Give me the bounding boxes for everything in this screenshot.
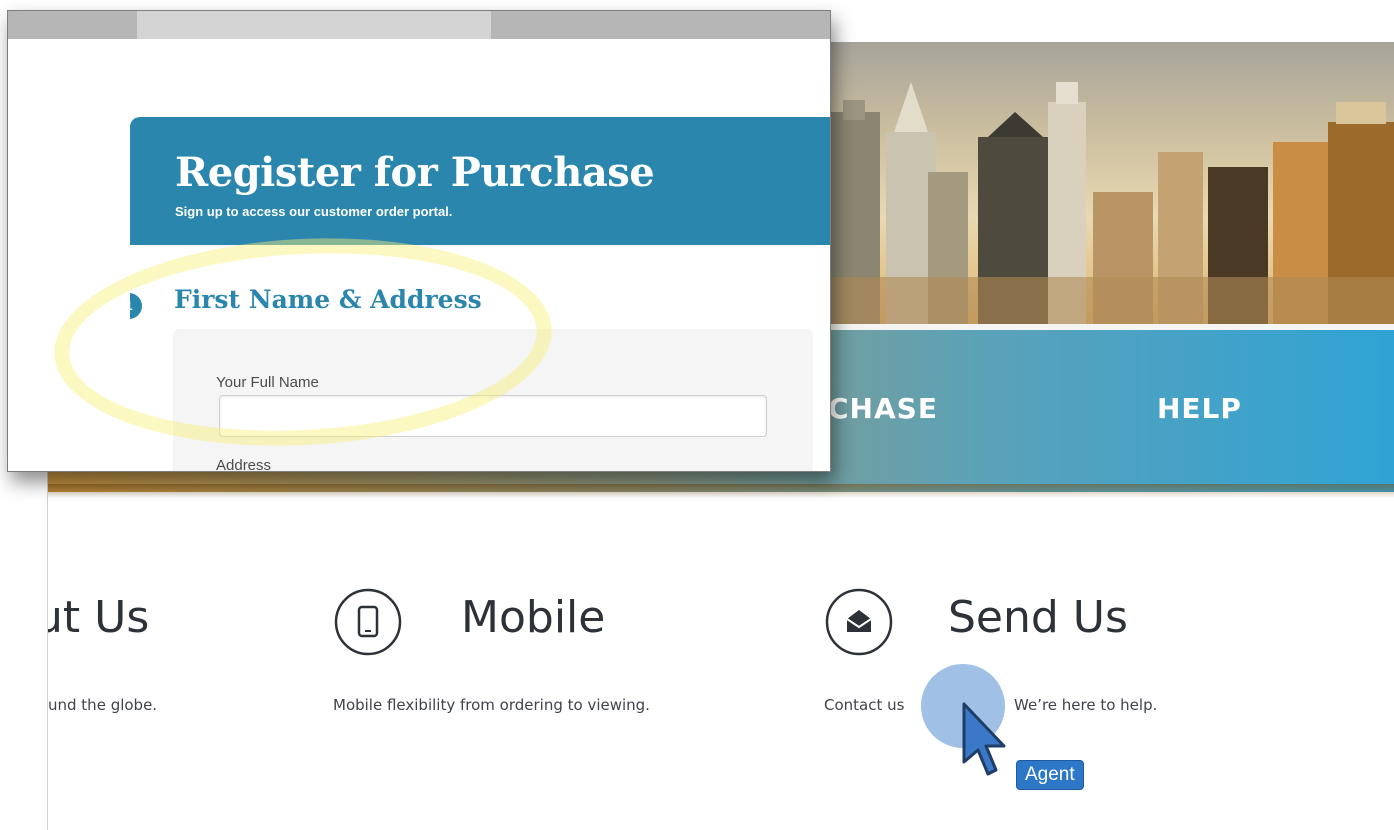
feature-mobile-title: Mobile [461, 592, 606, 643]
mobile-phone-icon [334, 588, 402, 656]
address-label: Address [216, 457, 272, 472]
feature-send-title: Send Us [948, 592, 1128, 643]
browser-tab-bar [8, 11, 830, 39]
nav-help-link[interactable]: HELP [1157, 392, 1242, 425]
feature-about-text: und the globe. [48, 696, 158, 714]
feature-about-title: ut Us [48, 592, 150, 643]
agent-label: Agent [1016, 760, 1084, 790]
registration-popup-window: Register for Purchase Sign up to access … [7, 10, 831, 472]
feature-send-text: Contact us [824, 696, 905, 714]
nav-shadow [48, 484, 1394, 498]
envelope-icon [825, 588, 893, 656]
form-title: Register for Purchase [175, 149, 655, 196]
feature-send-text-end: We’re here to help. [1014, 696, 1158, 714]
form-subtitle: Sign up to access our customer order por… [175, 204, 453, 219]
browser-tab-active[interactable] [137, 11, 491, 39]
nav-purchase-link[interactable]: CHASE [828, 392, 938, 425]
form-header: Register for Purchase Sign up to access … [130, 117, 830, 245]
feature-mobile-text: Mobile flexibility from ordering to view… [333, 696, 650, 714]
mouse-pointer-icon [962, 702, 1006, 776]
